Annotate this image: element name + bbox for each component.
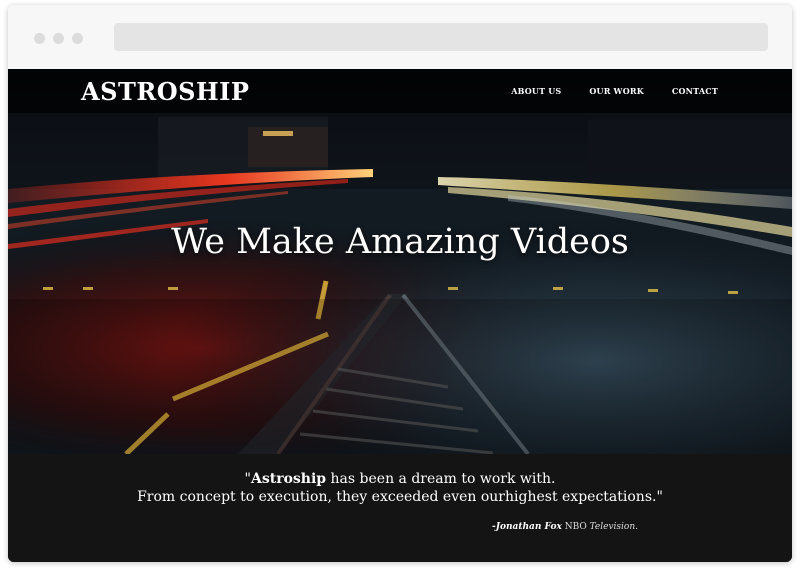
address-bar[interactable] xyxy=(114,23,768,51)
hero-section: ASTROSHIP ABOUT US OUR WORK CONTACT We M… xyxy=(8,69,792,454)
testimonial-org-suffix: Television. xyxy=(589,522,638,532)
hero-headline: We Make Amazing Videos xyxy=(171,222,629,262)
nav-our-work[interactable]: OUR WORK xyxy=(589,86,644,96)
window-maximize-dot[interactable] xyxy=(72,33,83,44)
browser-window: ASTROSHIP ABOUT US OUR WORK CONTACT We M… xyxy=(8,5,792,562)
site-navbar: ASTROSHIP ABOUT US OUR WORK CONTACT xyxy=(8,69,792,113)
testimonial-attribution: -Jonathan Fox NBO Television. xyxy=(492,522,638,532)
quote-line-2: From concept to execution, they exceeded… xyxy=(137,489,663,505)
browser-toolbar xyxy=(8,5,792,69)
testimonial-section: "Astroship has been a dream to work with… xyxy=(8,454,792,562)
page-viewport: ASTROSHIP ABOUT US OUR WORK CONTACT We M… xyxy=(8,69,792,562)
quote-brand: Astroship xyxy=(251,471,327,487)
nav-links: ABOUT US OUR WORK CONTACT xyxy=(511,86,718,96)
testimonial-author: -Jonathan Fox xyxy=(491,522,562,532)
nav-about-us[interactable]: ABOUT US xyxy=(511,86,561,96)
window-close-dot[interactable] xyxy=(34,33,45,44)
site-logo[interactable]: ASTROSHIP xyxy=(81,77,249,106)
testimonial-quote: "Astroship has been a dream to work with… xyxy=(8,470,792,506)
nav-contact[interactable]: CONTACT xyxy=(672,86,718,96)
quote-line-1: "Astroship has been a dream to work with… xyxy=(244,471,556,487)
testimonial-org-prefix: NBO xyxy=(564,522,587,532)
window-minimize-dot[interactable] xyxy=(53,33,64,44)
